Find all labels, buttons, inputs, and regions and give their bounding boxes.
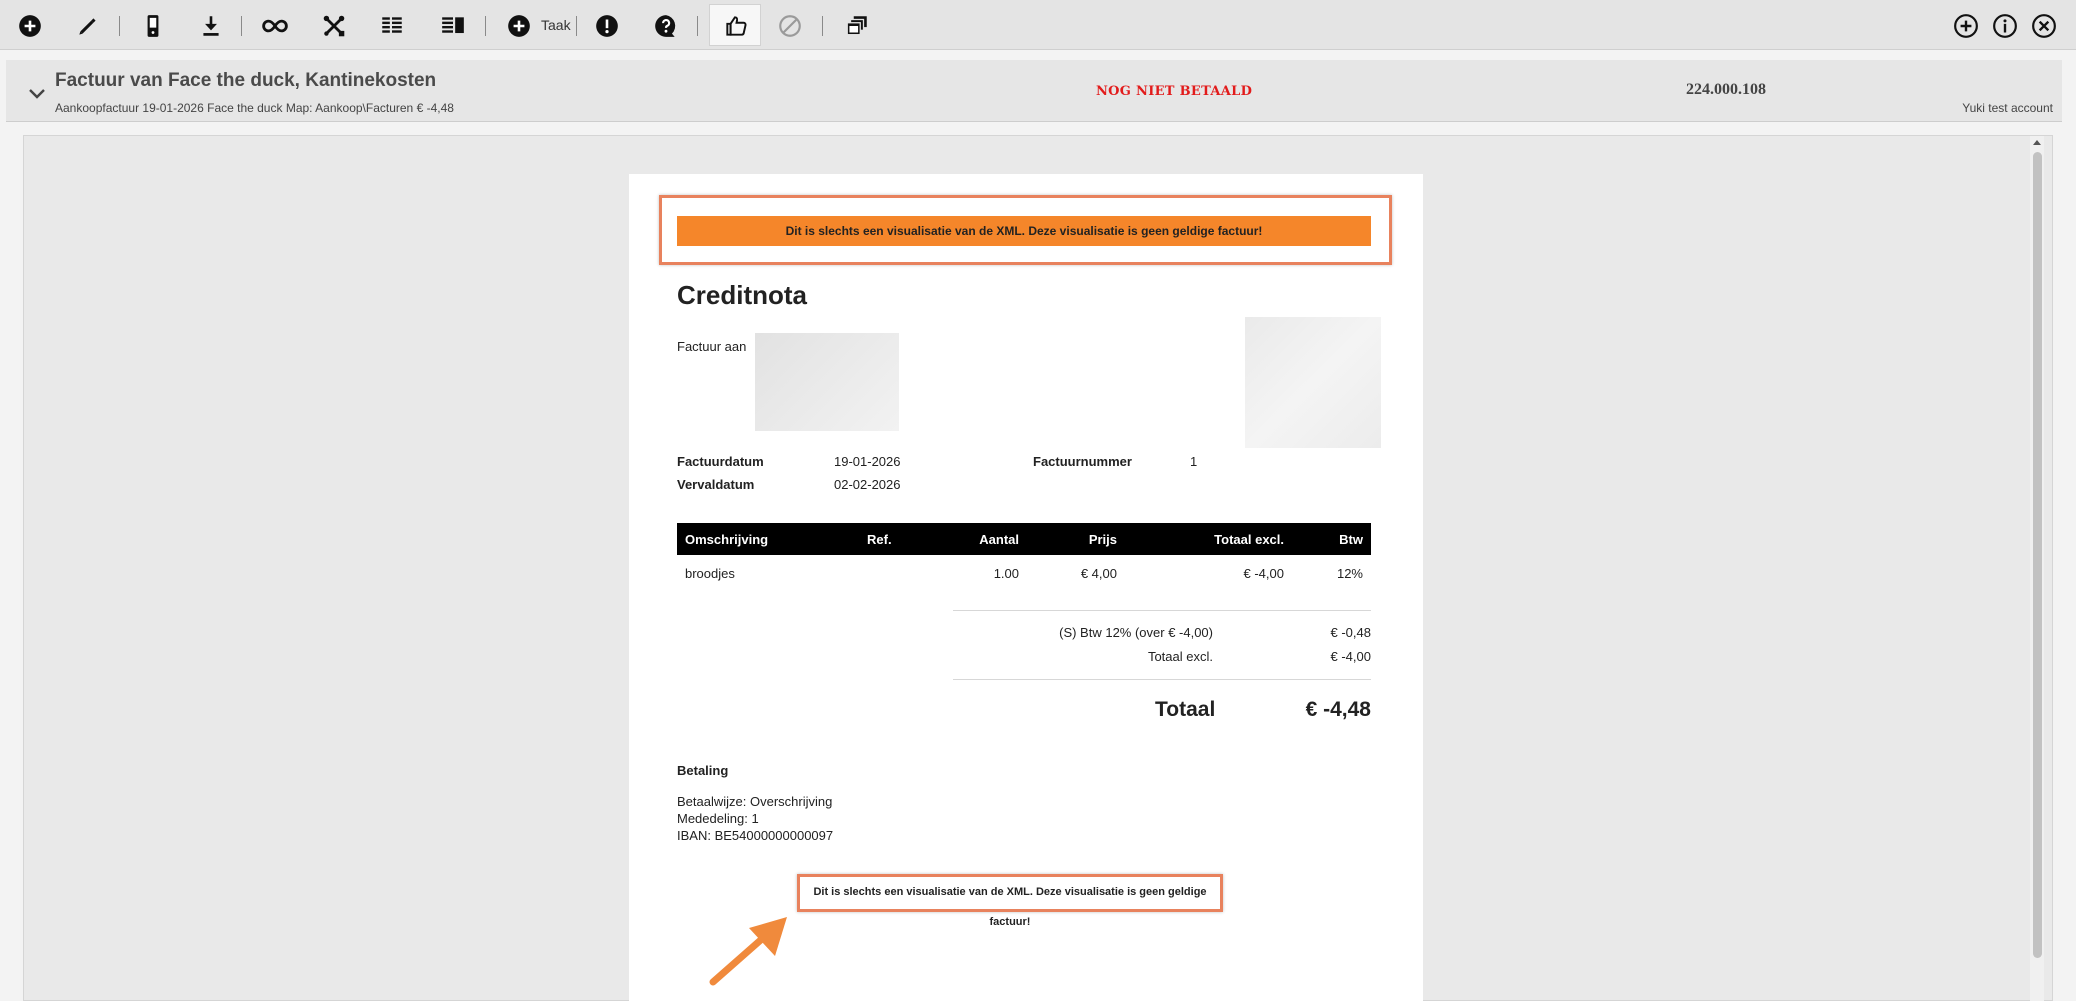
close-icon[interactable] [2028, 10, 2060, 42]
blurred-address [755, 333, 899, 431]
toolbar-separator [485, 16, 486, 36]
payment-method: Betaalwijze: Overschrijving [677, 794, 833, 809]
thumbs-up-icon[interactable] [720, 10, 752, 42]
table-cell: € 4,00 [1080, 566, 1117, 581]
table-cell: 12% [1336, 566, 1363, 581]
edit-pencil-icon[interactable] [72, 10, 104, 42]
bill-to-label: Factuur aan [677, 339, 747, 354]
add-circle-outline-icon[interactable] [1950, 10, 1982, 42]
column-header: Aantal [979, 532, 1019, 547]
status-badge: NOG NIET BETAALD [1096, 84, 1253, 99]
tools-icon[interactable] [318, 10, 350, 42]
table-cell: € -4,00 [1243, 566, 1284, 581]
vat-label: (S) Btw 12% (over € -4,00) [1059, 625, 1213, 640]
invoice-date-label: Factuurdatum [677, 454, 764, 469]
document-number: 224.000.108 [1686, 81, 1766, 98]
column-header: Omschrijving [685, 532, 769, 547]
payment-iban: IBAN: BE54000000000097 [677, 828, 834, 843]
due-date-value: 02-02-2026 [834, 477, 901, 492]
divider [953, 610, 1371, 611]
page-subtitle: Aankoopfactuur 19-01-2026 Face the duck … [55, 101, 454, 115]
document-header: Factuur van Face the duck, Kantinekosten… [6, 60, 2062, 122]
scroll-up-arrow-icon[interactable] [2030, 138, 2044, 150]
toolbar: Taak [0, 0, 2076, 50]
payment-title: Betaling [677, 763, 729, 778]
toolbar-separator [822, 16, 823, 36]
vat-value: € -0,48 [1330, 625, 1371, 640]
annotation-arrow-icon [709, 917, 787, 986]
table-cell: broodjes [685, 566, 735, 581]
scrollbar-thumb[interactable] [2033, 152, 2042, 958]
add-task-icon[interactable] [503, 10, 535, 42]
column-header: Ref. [867, 532, 892, 547]
split-view-icon[interactable] [437, 10, 469, 42]
document-title: Creditnota [677, 280, 807, 310]
invoice-number-label: Factuurnummer [1033, 454, 1132, 469]
chevron-down-icon[interactable] [20, 78, 54, 108]
visualisation-warning-footer: Dit is slechts een visualisatie van de X… [797, 874, 1223, 928]
toolbar-separator [119, 16, 120, 36]
table-cell: 1.00 [993, 566, 1019, 581]
blurred-logo [1245, 317, 1381, 448]
total-excl-value: € -4,00 [1330, 649, 1371, 664]
invoice-date-value: 19-01-2026 [834, 454, 901, 469]
question-chat-icon[interactable] [650, 10, 682, 42]
add-icon[interactable] [14, 10, 46, 42]
download-icon[interactable] [195, 10, 227, 42]
copy-windows-icon[interactable] [841, 10, 873, 42]
task-button-label[interactable]: Taak [541, 17, 571, 33]
toolbar-separator [697, 16, 698, 36]
toolbar-separator [241, 16, 242, 36]
visualisation-warning: Dit is slechts een visualisatie van de X… [677, 216, 1371, 246]
column-header: Prijs [1088, 532, 1117, 547]
total-value: € -4,48 [1305, 698, 1371, 721]
page-title: Factuur van Face the duck, Kantinekosten [55, 70, 437, 91]
divider [953, 679, 1371, 680]
invoice-page: Dit is slechts een visualisatie van de X… [629, 174, 1423, 1001]
block-icon[interactable] [774, 10, 806, 42]
list-view-icon[interactable] [376, 10, 408, 42]
alert-icon[interactable] [591, 10, 623, 42]
mobile-icon[interactable] [137, 10, 169, 42]
column-header: Btw [1339, 532, 1363, 547]
column-header: Totaal excl. [1214, 532, 1284, 547]
invoice-number-value: 1 [1190, 454, 1198, 469]
table-header: Omschrijving Ref. Aantal Prijs Totaal ex… [677, 523, 1371, 555]
due-date-label: Vervaldatum [677, 477, 755, 492]
link-infinity-icon[interactable] [259, 10, 291, 42]
total-label: Totaal [1155, 698, 1216, 721]
table-row: broodjes 1.00 € 4,00 € -4,00 12% [677, 557, 1371, 593]
total-excl-label: Totaal excl. [1147, 649, 1213, 664]
payment-reference: Mededeling: 1 [677, 811, 759, 826]
scrollbar[interactable] [2030, 136, 2044, 1001]
account-name: Yuki test account [1962, 101, 2053, 115]
info-icon[interactable] [1989, 10, 2021, 42]
toolbar-separator [576, 16, 577, 36]
